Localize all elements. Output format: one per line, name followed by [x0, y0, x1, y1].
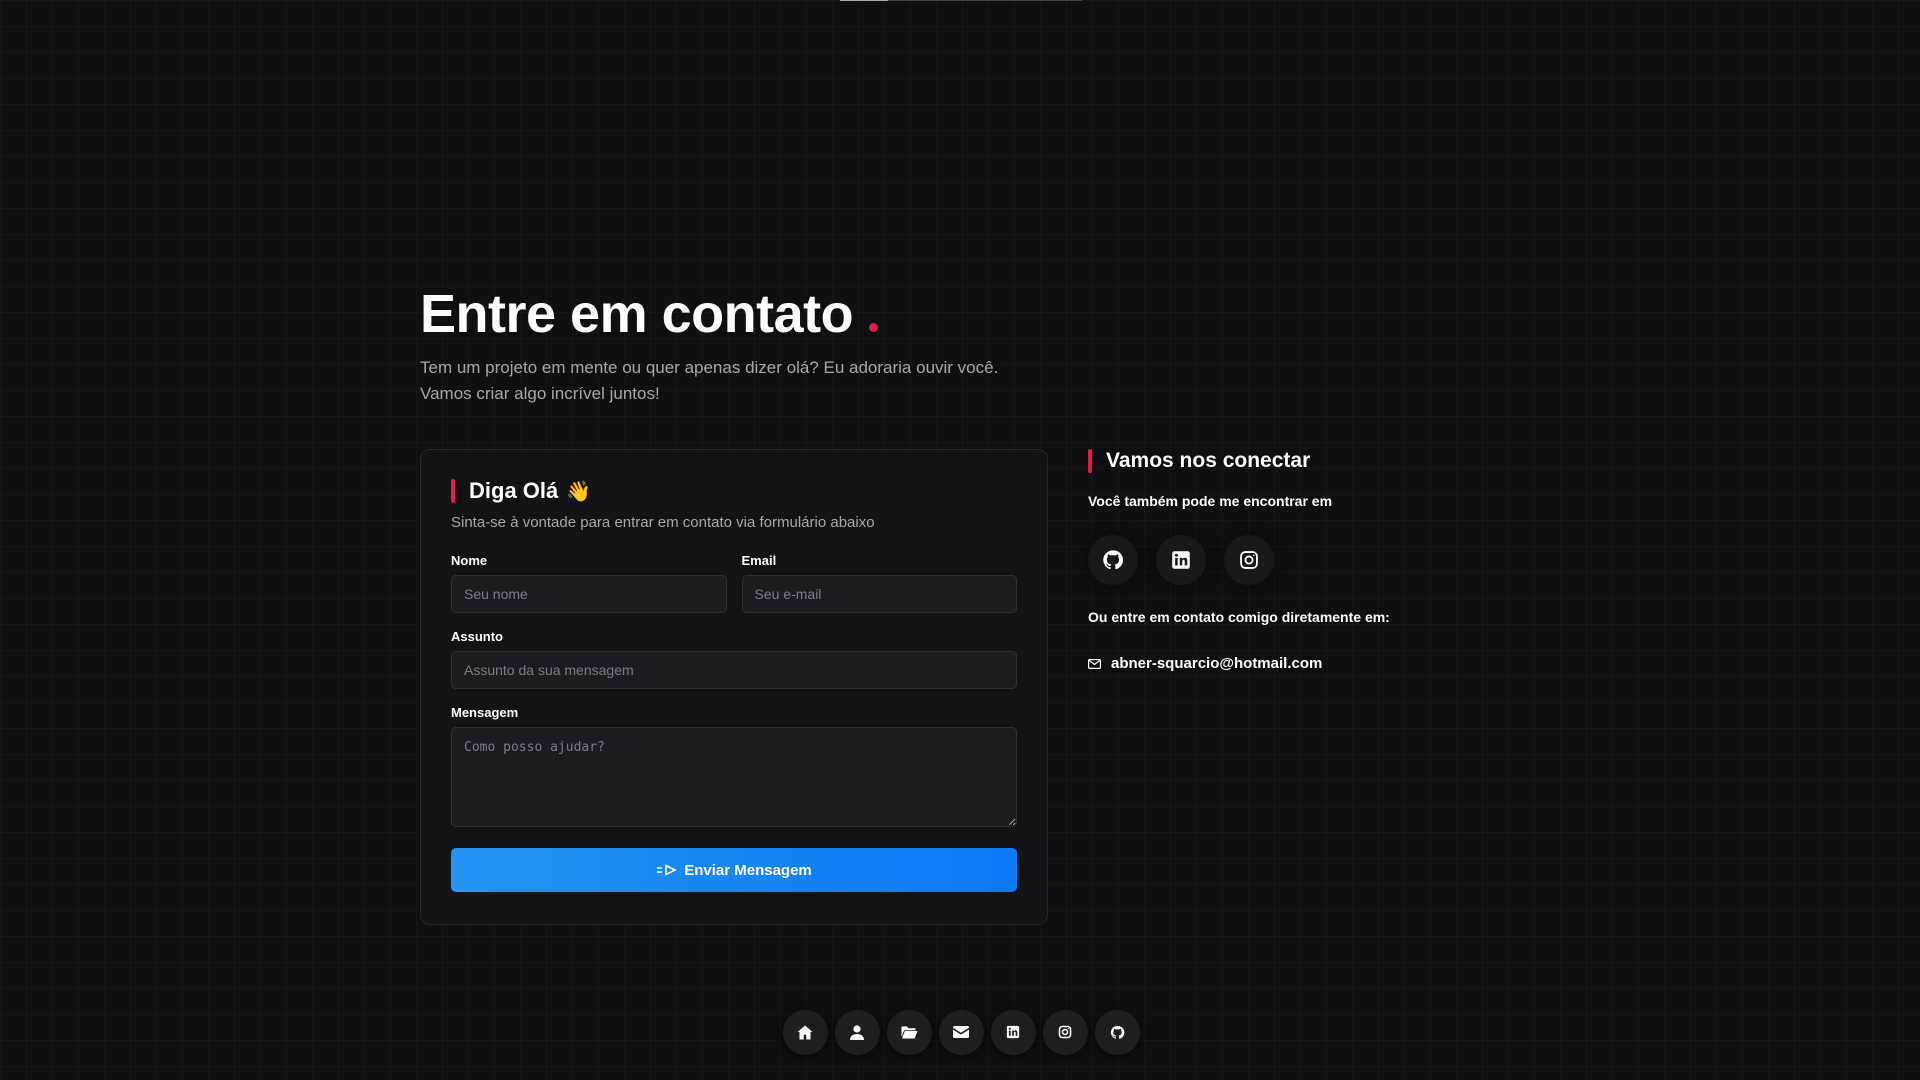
form-title: Diga Olá [469, 478, 559, 503]
connect-find-text: Você também pode me encontrar em [1088, 493, 1333, 509]
send-icon [656, 864, 678, 876]
home-icon [797, 1025, 813, 1040]
form-title-accent-bar [451, 479, 455, 503]
page-subtitle-line2: Vamos criar algo incrível juntos! [420, 384, 660, 403]
connect-header: Vamos nos conectar [1088, 449, 1500, 473]
instagram-icon [1058, 1025, 1072, 1039]
message-field-group: Mensagem [451, 705, 1017, 832]
page-title: Entre em contato [420, 283, 1500, 345]
direct-contact-text: Ou entre em contato comigo diretamente e… [1088, 609, 1390, 625]
connect-title: Vamos nos conectar [1106, 449, 1311, 472]
name-label: Nome [451, 553, 488, 568]
github-link[interactable] [1088, 535, 1138, 585]
instagram-icon [1239, 550, 1259, 570]
message-textarea[interactable] [451, 727, 1017, 827]
email-label: Email [741, 553, 777, 568]
contact-section: Entre em contato Tem um projeto em mente… [420, 283, 1500, 925]
connect-panel: Vamos nos conectar Você também pode me e… [1088, 449, 1500, 672]
form-description: Sinta-se à vontade para entrar em contat… [451, 514, 875, 531]
email-input[interactable] [741, 575, 1017, 613]
social-links [1088, 535, 1500, 585]
dock-contact-button[interactable] [938, 1009, 984, 1055]
name-input[interactable] [451, 575, 727, 613]
dock-github-button[interactable] [1094, 1009, 1140, 1055]
github-icon [1110, 1025, 1125, 1040]
title-accent-dot [869, 323, 879, 332]
email-field-group: Email [741, 553, 1017, 613]
dock-linkedin-button[interactable] [990, 1009, 1036, 1055]
email-contact: abner-squarcio@hotmail.com [1088, 655, 1500, 672]
dock-about-button[interactable] [834, 1009, 880, 1055]
page-subtitle-line1: Tem um projeto em mente ou quer apenas d… [420, 358, 999, 377]
instagram-link[interactable] [1224, 535, 1274, 585]
send-message-label: Enviar Mensagem [684, 861, 812, 879]
linkedin-icon [1171, 550, 1191, 570]
subject-input[interactable] [451, 651, 1017, 689]
mail-icon [953, 1026, 969, 1038]
contact-form-card: Diga Olá 👋 Sinta-se à vontade para entra… [420, 449, 1048, 925]
subject-field-group: Assunto [451, 629, 1017, 689]
user-icon [850, 1024, 864, 1040]
dock-projects-button[interactable] [886, 1009, 932, 1055]
dock-home-button[interactable] [782, 1009, 828, 1055]
bottom-dock-nav [776, 1006, 1146, 1058]
envelope-icon [1088, 658, 1101, 669]
subject-label: Assunto [451, 629, 503, 644]
send-message-button[interactable]: Enviar Mensagem [451, 848, 1017, 892]
wave-emoji-icon: 👋 [566, 480, 592, 503]
linkedin-link[interactable] [1156, 535, 1206, 585]
top-indicator-line [840, 0, 1082, 1]
folder-icon [901, 1025, 918, 1039]
email-address-link[interactable]: abner-squarcio@hotmail.com [1111, 655, 1322, 672]
connect-title-accent-bar [1088, 449, 1092, 473]
message-label: Mensagem [451, 705, 519, 720]
page-subtitle: Tem um projeto em mente ou quer apenas d… [420, 355, 1040, 407]
name-field-group: Nome [451, 553, 727, 613]
github-icon [1102, 549, 1124, 571]
page-title-text: Entre em contato [420, 284, 854, 344]
dock-instagram-button[interactable] [1042, 1009, 1088, 1055]
form-header: Diga Olá 👋 [451, 478, 1017, 504]
linkedin-icon [1006, 1025, 1020, 1039]
